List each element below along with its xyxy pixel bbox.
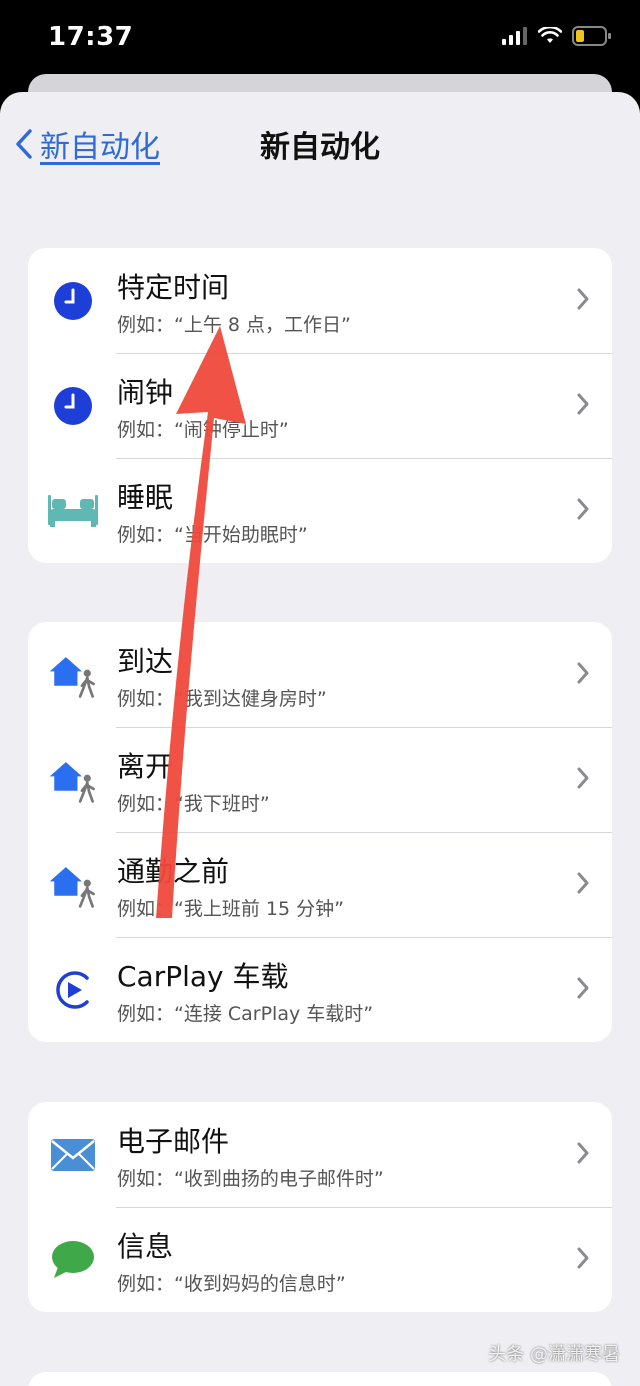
- row-alarm[interactable]: 闹钟 例如：“闹钟停止时”: [28, 353, 612, 458]
- message-icon: [48, 1235, 98, 1285]
- group-time: 特定时间 例如：“上午 8 点，工作日” 闹钟 例如：“闹钟停止时” 睡眠 例如…: [28, 248, 612, 563]
- row-subtitle: 例如：“我上班前 15 分钟”: [117, 898, 344, 920]
- row-title: 到达: [117, 645, 174, 678]
- row-title: 睡眠: [117, 481, 174, 514]
- wifi-icon: [538, 27, 562, 43]
- clock-icon: [48, 381, 98, 431]
- chevron-right-icon: [577, 498, 589, 520]
- group-location: 到达 例如：“我到达健身房时” 离开 例如：“我下班时” 通勤之前 例如：“我上…: [28, 622, 612, 1042]
- chevron-right-icon: [577, 288, 589, 310]
- row-subtitle: 例如：“连接 CarPlay 车载时”: [117, 1003, 374, 1025]
- row-title: 电子邮件: [117, 1125, 230, 1158]
- row-title: 信息: [117, 1230, 174, 1263]
- group-communication: 电子邮件 例如：“收到曲扬的电子邮件时” 信息 例如：“收到妈妈的信息时”: [28, 1102, 612, 1312]
- chevron-right-icon: [577, 872, 589, 894]
- bed-icon: [48, 486, 98, 536]
- home-person-icon: [48, 860, 98, 910]
- carplay-icon: [48, 965, 98, 1015]
- row-title: 特定时间: [117, 271, 230, 304]
- row-subtitle: 例如：“我到达健身房时”: [117, 688, 327, 710]
- row-subtitle: 例如：“上午 8 点，工作日”: [117, 314, 351, 336]
- signal-icon: [502, 27, 527, 45]
- clock-icon: [48, 276, 98, 326]
- battery-icon: [572, 26, 611, 46]
- row-arrive[interactable]: 到达 例如：“我到达健身房时”: [28, 622, 612, 727]
- row-message[interactable]: 信息 例如：“收到妈妈的信息时”: [28, 1207, 612, 1312]
- chevron-right-icon: [577, 1142, 589, 1164]
- status-icons: [502, 26, 612, 46]
- row-subtitle: 例如：“闹钟停止时”: [117, 419, 289, 441]
- chevron-right-icon: [577, 977, 589, 999]
- sheet: 新自动化 新自动化 特定时间 例如：“上午 8 点，工作日” 闹钟 例如：“闹钟…: [0, 92, 640, 1386]
- back-label: 新自动化: [40, 130, 160, 165]
- row-subtitle: 例如：“收到妈妈的信息时”: [117, 1273, 346, 1295]
- status-bar: 17:37: [0, 0, 640, 80]
- row-before-commute[interactable]: 通勤之前 例如：“我上班前 15 分钟”: [28, 832, 612, 937]
- chevron-right-icon: [577, 393, 589, 415]
- home-person-icon: [48, 650, 98, 700]
- row-title: 通勤之前: [117, 855, 230, 888]
- chevron-right-icon: [577, 1247, 589, 1269]
- row-specific-time[interactable]: 特定时间 例如：“上午 8 点，工作日”: [28, 248, 612, 353]
- home-person-icon: [48, 755, 98, 805]
- chevron-right-icon: [577, 767, 589, 789]
- row-sleep[interactable]: 睡眠 例如：“当开始助眠时”: [28, 458, 612, 563]
- row-subtitle: 例如：“收到曲扬的电子邮件时”: [117, 1168, 384, 1190]
- row-title: 闹钟: [117, 376, 174, 409]
- row-subtitle: 例如：“我下班时”: [117, 793, 270, 815]
- group-partial: [28, 1372, 612, 1386]
- mail-icon: [48, 1130, 98, 1180]
- row-email[interactable]: 电子邮件 例如：“收到曲扬的电子邮件时”: [28, 1102, 612, 1207]
- watermark: 头条 @潇潇寒暑: [488, 1344, 620, 1365]
- row-title: 离开: [117, 750, 174, 783]
- status-time: 17:37: [48, 22, 134, 52]
- back-button[interactable]: 新自动化: [14, 122, 160, 166]
- row-subtitle: 例如：“当开始助眠时”: [117, 524, 308, 546]
- row-title: CarPlay 车载: [117, 960, 289, 993]
- row-carplay[interactable]: CarPlay 车载 例如：“连接 CarPlay 车载时”: [28, 937, 612, 1042]
- chevron-right-icon: [577, 662, 589, 684]
- chevron-left-icon: [16, 129, 32, 159]
- row-leave[interactable]: 离开 例如：“我下班时”: [28, 727, 612, 832]
